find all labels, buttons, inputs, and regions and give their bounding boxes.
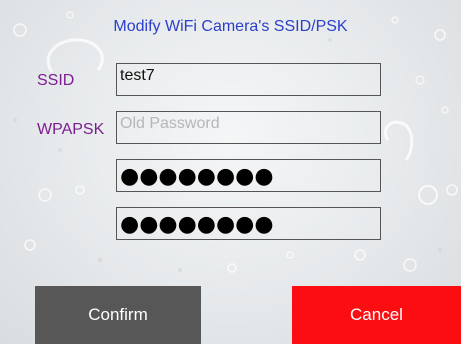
cancel-button[interactable]: Cancel: [292, 286, 461, 344]
new-password-masked-value: ●●●●●●●●: [120, 164, 274, 189]
ssid-input[interactable]: test7: [116, 63, 381, 96]
ssid-input-value: test7: [120, 67, 155, 84]
wpapsk-label: WPAPSK: [37, 121, 105, 138]
ssid-label: SSID: [37, 72, 75, 89]
confirm-password-masked-value: ●●●●●●●●: [120, 212, 274, 237]
confirm-password-input[interactable]: ●●●●●●●●: [116, 207, 381, 240]
old-password-input[interactable]: Old Password: [116, 111, 381, 144]
new-password-input[interactable]: ●●●●●●●●: [116, 159, 381, 192]
old-password-placeholder: Old Password: [120, 115, 220, 132]
confirm-button[interactable]: Confirm: [35, 286, 201, 344]
page-title: Modify WiFi Camera's SSID/PSK: [113, 18, 348, 35]
